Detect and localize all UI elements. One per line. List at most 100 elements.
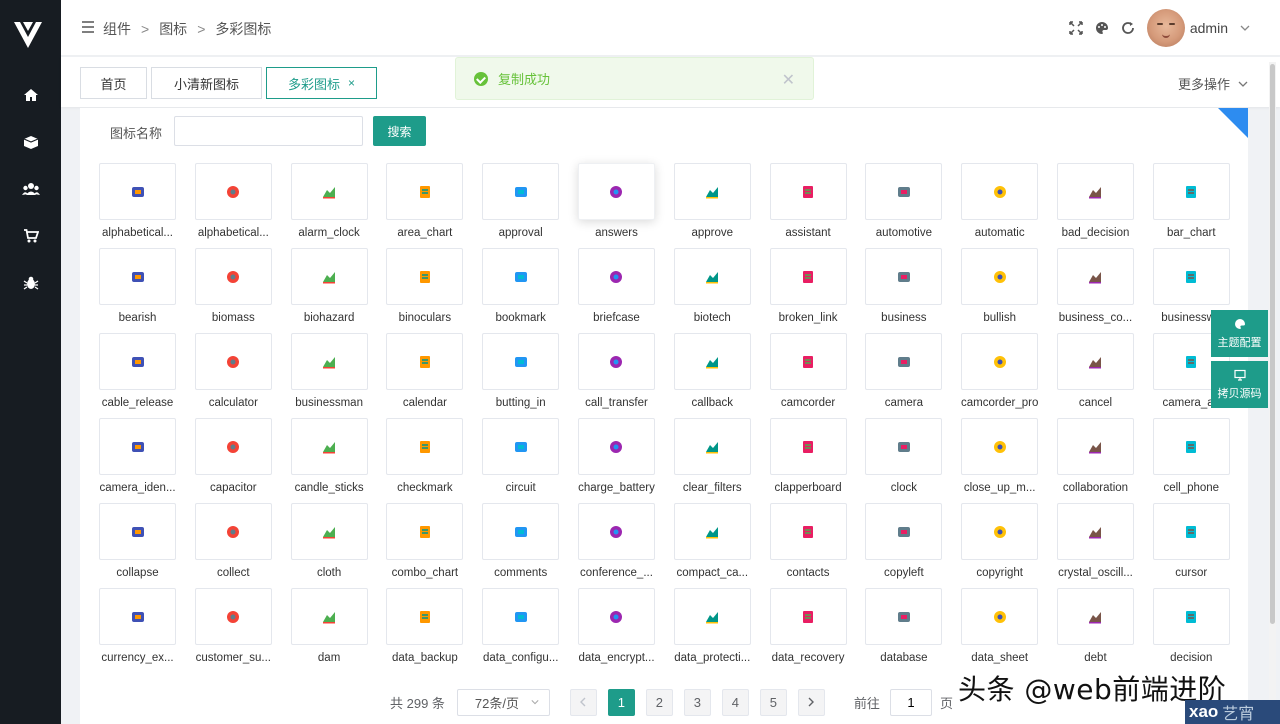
icon-tile[interactable] [865, 503, 943, 560]
logo-icon[interactable] [12, 18, 44, 52]
icon-tile[interactable] [290, 418, 368, 475]
breadcrumb-item[interactable]: 组件 [103, 19, 131, 39]
chevron-down-icon[interactable] [1240, 23, 1250, 33]
icon-tile[interactable] [386, 333, 464, 390]
icon-tile[interactable] [290, 333, 368, 390]
icon-tile[interactable] [99, 588, 176, 645]
icon-tile[interactable] [1056, 333, 1134, 390]
icon-tile[interactable] [1056, 588, 1134, 645]
refresh-icon[interactable] [1121, 21, 1135, 35]
icon-tile[interactable] [1152, 248, 1230, 305]
copy-source-button[interactable]: 拷贝源码 [1211, 361, 1268, 408]
icon-tile[interactable] [482, 503, 560, 560]
icon-tile[interactable] [482, 418, 560, 475]
icon-tile[interactable] [99, 418, 176, 475]
scrollbar-thumb[interactable] [1270, 64, 1275, 624]
page-button[interactable]: 3 [683, 688, 711, 716]
avatar[interactable] [1146, 9, 1185, 47]
icon-tile[interactable] [961, 503, 1039, 560]
nav-shop[interactable] [0, 214, 61, 258]
icon-tile[interactable] [673, 163, 751, 220]
icon-tile[interactable] [194, 248, 272, 305]
icon-tile[interactable] [961, 163, 1039, 220]
tab-fresh-icons[interactable]: 小清新图标 [151, 67, 262, 99]
icon-tile[interactable] [386, 248, 464, 305]
icon-tile[interactable] [1056, 248, 1134, 305]
icon-tile[interactable] [290, 503, 368, 560]
close-icon[interactable]: ✕ [782, 70, 795, 90]
icon-tile[interactable] [194, 503, 272, 560]
icon-tile[interactable] [386, 163, 464, 220]
icon-tile[interactable] [865, 588, 943, 645]
icon-tile[interactable] [577, 333, 655, 390]
icon-tile[interactable] [99, 248, 176, 305]
menu-fold-icon[interactable] [81, 20, 95, 34]
icon-tile[interactable] [99, 503, 176, 560]
icon-tile[interactable] [673, 588, 751, 645]
icon-tile[interactable] [865, 418, 943, 475]
icon-tile[interactable] [99, 163, 176, 220]
search-input[interactable] [174, 116, 363, 146]
nav-users[interactable] [0, 167, 61, 211]
goto-page-input[interactable] [889, 688, 932, 716]
icon-tile[interactable] [865, 248, 943, 305]
tab-home[interactable]: 首页 [80, 67, 147, 99]
nav-home[interactable] [0, 73, 61, 117]
tab-colorful-icons[interactable]: 多彩图标 × [266, 67, 377, 99]
icon-tile[interactable] [577, 503, 655, 560]
palette-icon[interactable] [1095, 21, 1109, 35]
icon-tile[interactable] [865, 163, 943, 220]
icon-tile[interactable] [482, 248, 560, 305]
icon-tile[interactable] [769, 248, 847, 305]
icon-tile[interactable] [577, 588, 655, 645]
icon-tile[interactable] [769, 588, 847, 645]
icon-tile[interactable] [290, 163, 368, 220]
page-size-select[interactable]: 72条/页 [456, 688, 550, 716]
nav-components[interactable] [0, 120, 61, 164]
page-button[interactable]: 4 [721, 688, 749, 716]
more-operations-dropdown[interactable]: 更多操作 [1178, 74, 1248, 93]
fullscreen-icon[interactable] [1069, 21, 1083, 35]
icon-tile[interactable] [194, 333, 272, 390]
prev-page-button[interactable] [569, 688, 597, 716]
icon-tile[interactable] [1152, 503, 1230, 560]
icon-tile[interactable] [1152, 588, 1230, 645]
username[interactable]: admin [1190, 20, 1228, 36]
icon-tile[interactable] [769, 418, 847, 475]
icon-tile[interactable] [386, 503, 464, 560]
next-page-button[interactable] [797, 688, 825, 716]
icon-tile[interactable] [194, 588, 272, 645]
icon-tile[interactable] [577, 418, 655, 475]
icon-tile[interactable] [961, 248, 1039, 305]
icon-tile[interactable] [577, 248, 655, 305]
icon-tile[interactable] [673, 248, 751, 305]
icon-tile[interactable] [577, 163, 655, 220]
icon-tile[interactable] [961, 333, 1039, 390]
nav-debug[interactable] [0, 261, 61, 305]
icon-tile[interactable] [386, 588, 464, 645]
icon-tile[interactable] [769, 503, 847, 560]
close-icon[interactable]: × [348, 76, 355, 90]
icon-tile[interactable] [194, 163, 272, 220]
icon-tile[interactable] [386, 418, 464, 475]
page-button[interactable]: 2 [645, 688, 673, 716]
search-button[interactable]: 搜索 [373, 116, 426, 146]
icon-tile[interactable] [961, 588, 1039, 645]
icon-tile[interactable] [482, 588, 560, 645]
icon-tile[interactable] [1056, 503, 1134, 560]
page-button[interactable]: 5 [759, 688, 787, 716]
icon-tile[interactable] [482, 333, 560, 390]
icon-tile[interactable] [99, 333, 176, 390]
breadcrumb-item[interactable]: 图标 [159, 19, 187, 39]
theme-config-button[interactable]: 主题配置 [1211, 310, 1268, 357]
icon-tile[interactable] [961, 418, 1039, 475]
icon-tile[interactable] [1056, 418, 1134, 475]
icon-tile[interactable] [290, 248, 368, 305]
page-button[interactable]: 1 [607, 688, 635, 716]
icon-tile[interactable] [1152, 163, 1230, 220]
icon-tile[interactable] [1056, 163, 1134, 220]
icon-tile[interactable] [482, 163, 560, 220]
icon-tile[interactable] [1152, 418, 1230, 475]
icon-tile[interactable] [769, 333, 847, 390]
icon-tile[interactable] [865, 333, 943, 390]
